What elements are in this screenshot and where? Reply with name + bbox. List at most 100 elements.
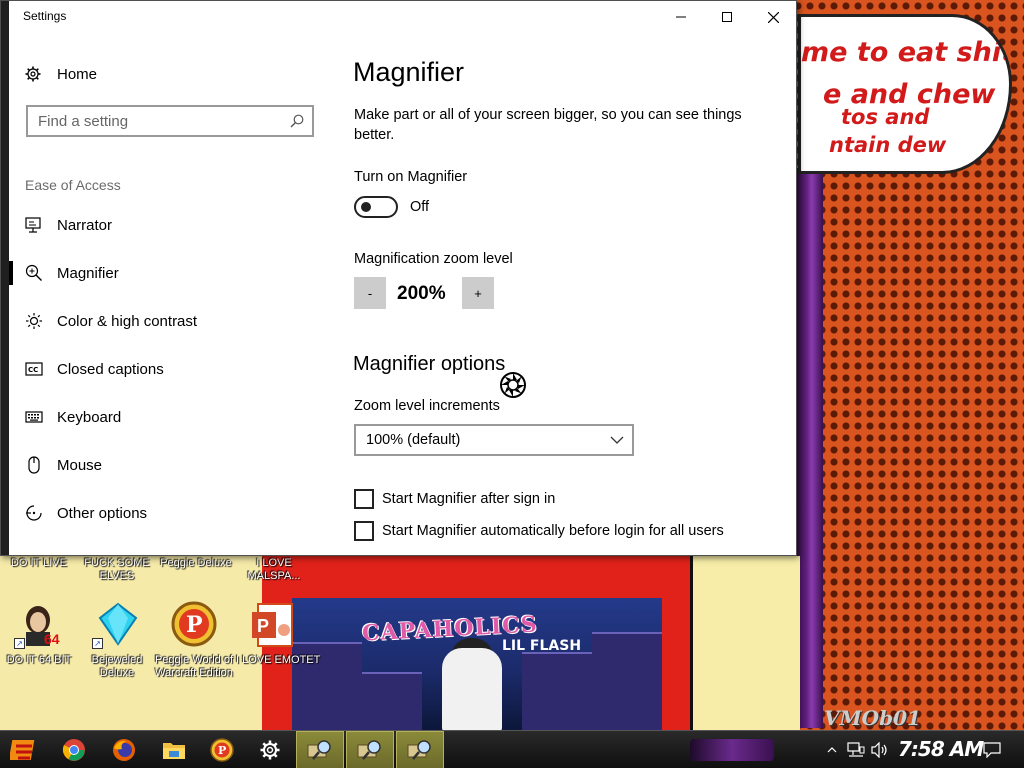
chrome-icon	[62, 739, 85, 761]
taskbar-magnifier-2[interactable]	[346, 731, 394, 768]
shortcut-arrow-icon: ↗	[14, 638, 25, 649]
svg-text:64: 64	[44, 631, 60, 647]
svg-text:P: P	[218, 744, 226, 757]
nav-item-label: Keyboard	[57, 408, 122, 426]
svg-text:P: P	[257, 616, 269, 636]
volume-icon	[871, 742, 887, 758]
minimize-button[interactable]	[658, 1, 704, 33]
taskbar-chrome[interactable]	[50, 731, 98, 768]
taskbar-decoration	[690, 739, 774, 761]
desktop-icon-label[interactable]: DO IT LIVE	[10, 557, 68, 570]
zoom-increments-value: 100% (default)	[366, 432, 461, 448]
bubble-line-1: me to eat shit	[801, 37, 1012, 68]
show-hidden-icons-button[interactable]	[822, 731, 842, 768]
wallpaper-speech-bubble: me to eat shit e and chew tos and ntain …	[798, 14, 1012, 174]
powerpoint-icon: P	[252, 603, 293, 647]
desktop-icon-label[interactable]: FUCK SOME ELVES	[84, 557, 150, 583]
wallpaper-cartoon-yellow-right	[690, 556, 800, 732]
watermark-text: VMOb01	[824, 706, 921, 730]
zoom-out-button[interactable]: -	[354, 277, 386, 309]
desktop-icon-label: DO IT 64 BIT	[6, 654, 72, 666]
svg-text:CC: CC	[28, 366, 38, 374]
desktop-icon-label[interactable]: I LOVE MALSPA...	[244, 557, 304, 583]
magnifier-app-icon	[357, 740, 381, 760]
nav-item-label: Magnifier	[57, 264, 119, 282]
action-center-button[interactable]	[978, 731, 1006, 768]
nav-item-narrator[interactable]: Narrator	[9, 205, 331, 245]
magnifier-icon	[25, 264, 43, 282]
taskbar-magnifier-3[interactable]	[396, 731, 444, 768]
network-tray-button[interactable]	[844, 731, 868, 768]
toggle-state-label: Off	[410, 199, 430, 215]
taskbar-clock[interactable]: 7:58 AM	[898, 737, 984, 761]
options-heading: Magnifier options	[353, 353, 506, 375]
close-icon	[767, 11, 779, 23]
nav-item-keyboard[interactable]: Keyboard	[9, 397, 331, 437]
nav-item-magnifier[interactable]: Magnifier	[9, 253, 331, 293]
window-title: Settings	[23, 9, 67, 23]
start-button[interactable]	[0, 731, 48, 768]
firefox-icon	[113, 739, 135, 761]
desktop-icon-label[interactable]: Peggle Deluxe	[158, 557, 234, 570]
nav-item-mouse[interactable]: Mouse	[9, 445, 331, 485]
nav-item-color-high-contrast[interactable]: Color & high contrast	[9, 301, 331, 341]
page-title: Magnifier	[353, 57, 465, 87]
notification-icon	[983, 742, 1001, 758]
zoom-increments-label: Zoom level increments	[354, 398, 500, 414]
close-button[interactable]	[750, 1, 796, 33]
taskbar-file-explorer[interactable]	[150, 731, 198, 768]
narrator-icon	[25, 216, 43, 234]
volume-tray-button[interactable]	[868, 731, 892, 768]
after-sign-in-checkbox[interactable]	[354, 489, 374, 509]
checkbox-row-before-login[interactable]: Start Magnifier automatically before log…	[354, 520, 724, 542]
start-icon	[10, 740, 35, 760]
taskbar-peggle[interactable]: P	[198, 731, 246, 768]
other-options-icon	[25, 504, 43, 522]
turn-on-magnifier-label: Turn on Magnifier	[354, 169, 468, 185]
taskbar-firefox[interactable]	[100, 731, 148, 768]
desktop-icon-label: I LOVE EMOTET	[236, 654, 321, 666]
zoom-in-button[interactable]: +	[462, 277, 494, 309]
brightness-icon	[25, 312, 43, 330]
search-icon	[290, 114, 304, 128]
zoom-level-value: 200%	[397, 283, 446, 304]
nav-home[interactable]: Home	[25, 63, 97, 85]
checkbox-row-after-sign-in[interactable]: Start Magnifier after sign in	[354, 488, 555, 510]
search-input[interactable]	[28, 107, 278, 135]
checkbox-label: Start Magnifier automatically before log…	[382, 523, 724, 539]
magnifier-toggle[interactable]	[354, 196, 398, 218]
svg-text:P: P	[186, 612, 203, 638]
file-explorer-icon	[163, 743, 185, 759]
busy-cursor-icon	[500, 372, 526, 398]
chevron-down-icon	[610, 436, 624, 444]
settings-icon	[260, 740, 280, 760]
magnifier-app-icon	[307, 740, 331, 760]
nav-item-label: Closed captions	[57, 360, 164, 378]
title-bar[interactable]: Settings	[9, 1, 796, 33]
taskbar-settings[interactable]	[246, 731, 294, 768]
search-box[interactable]	[26, 105, 314, 137]
before-login-checkbox[interactable]	[354, 521, 374, 541]
mouse-icon	[25, 456, 43, 474]
minimize-icon	[676, 16, 686, 18]
album-figure	[442, 648, 502, 732]
peggle-icon: P	[171, 601, 217, 647]
content-pane: Magnifier Make part or all of your scree…	[353, 33, 796, 555]
toggle-knob	[361, 202, 371, 212]
checkbox-label: Start Magnifier after sign in	[382, 491, 556, 507]
zoom-level-label: Magnification zoom level	[354, 251, 513, 267]
gear-icon	[25, 66, 41, 82]
nav-home-label: Home	[57, 65, 98, 83]
taskbar-magnifier-1[interactable]	[296, 731, 344, 768]
nav-item-other-options[interactable]: Other options	[9, 493, 331, 533]
desktop-icon-label: Bejeweled Deluxe	[91, 654, 143, 679]
maximize-icon	[722, 12, 732, 22]
maximize-button[interactable]	[704, 1, 750, 33]
album-artist: LIL FLASH	[502, 638, 582, 654]
zoom-increments-select[interactable]: 100% (default)	[354, 424, 634, 456]
nav-item-label: Narrator	[57, 216, 113, 234]
bubble-line-4: ntain dew	[829, 133, 947, 157]
nav-item-closed-captions[interactable]: CC Closed captions	[9, 349, 331, 389]
page-description: Make part or all of your screen bigger, …	[354, 107, 742, 143]
chevron-up-icon	[827, 747, 837, 753]
